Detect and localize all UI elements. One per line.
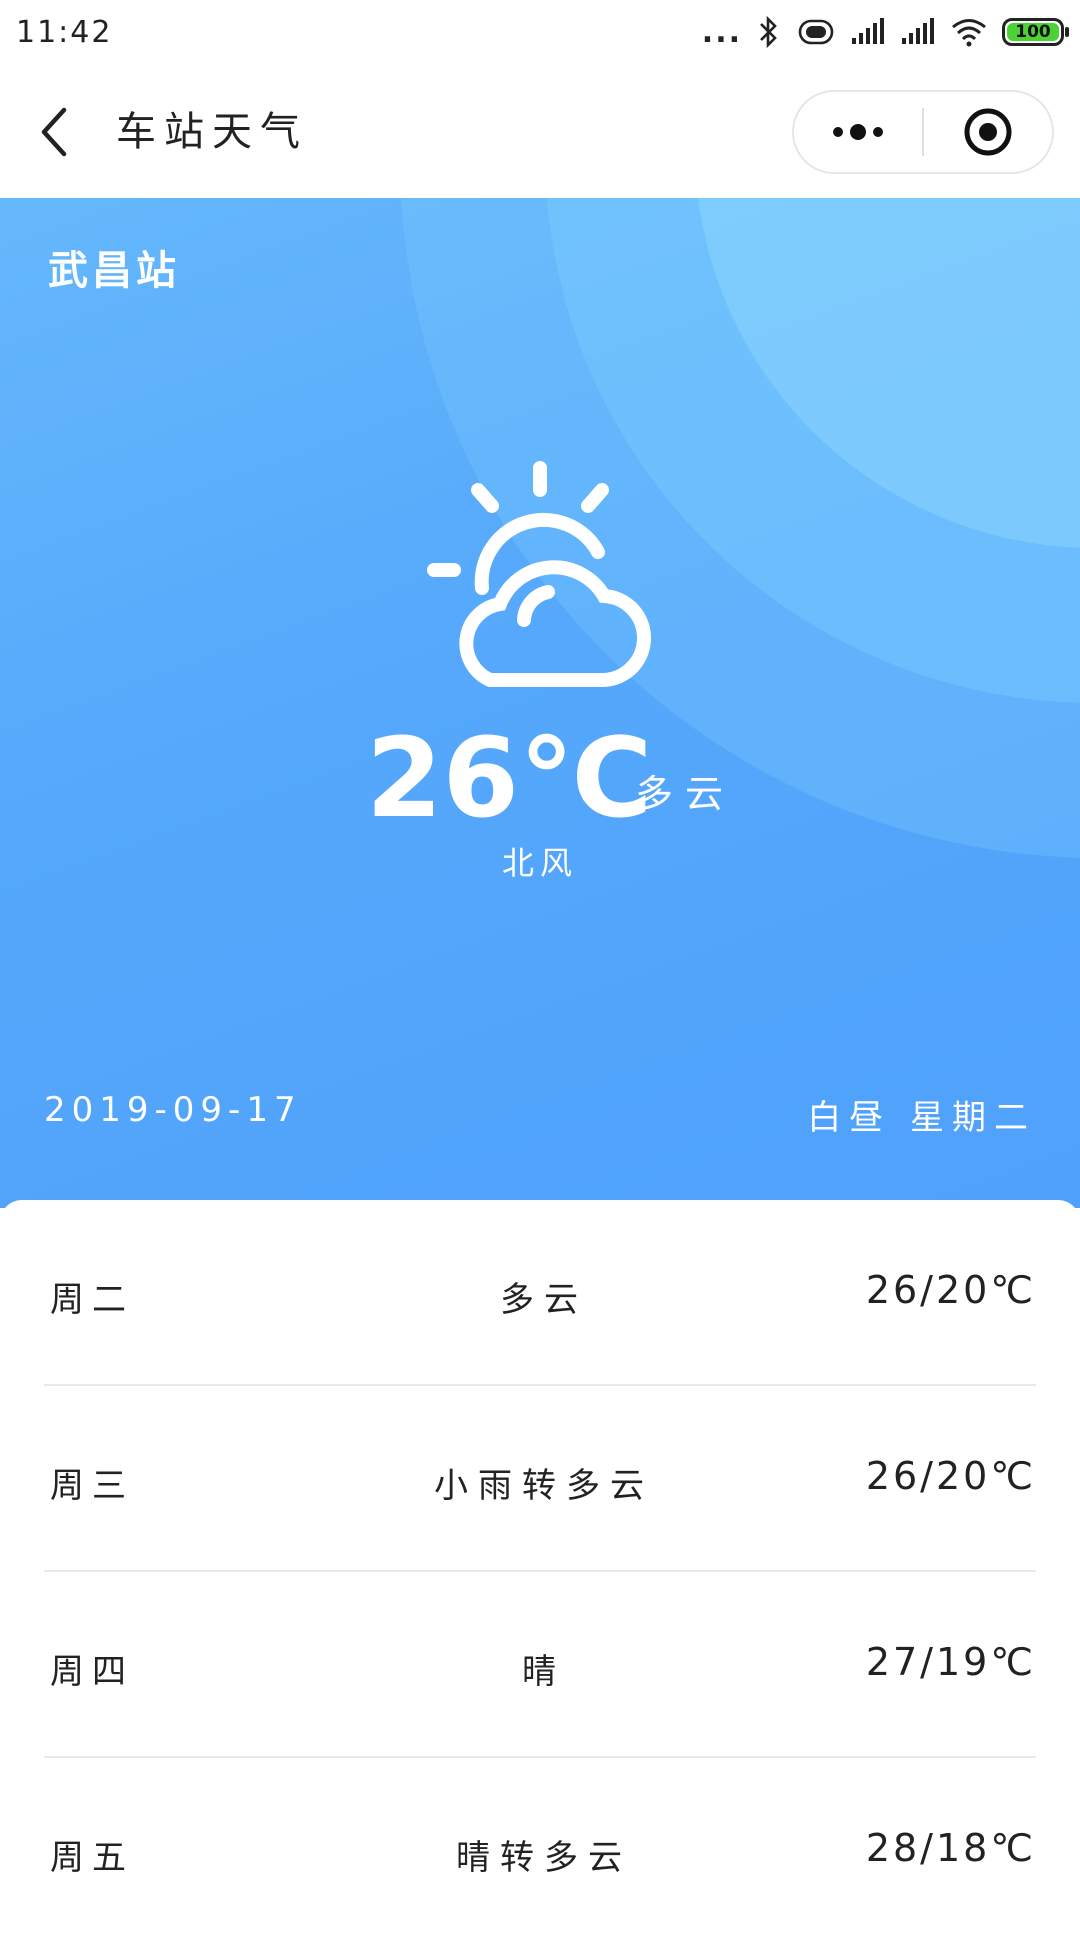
current-temperature: 26℃ xyxy=(366,714,653,842)
close-target-icon xyxy=(964,108,1012,156)
wind-direction: 北风 xyxy=(501,844,578,882)
more-button[interactable] xyxy=(794,92,922,172)
current-weather-card: 武昌站 26℃ 多云 北风 2019-09-17 白昼 星期二 xyxy=(0,198,1080,1208)
partly-cloudy-icon xyxy=(427,461,652,688)
back-arrow-icon[interactable] xyxy=(30,104,80,160)
status-icons: ... 100 xyxy=(701,14,1069,50)
forecast-row: 周四 晴 27/19℃ xyxy=(44,1572,1036,1758)
more-dots-icon: ... xyxy=(701,14,742,50)
forecast-row: 周二 多云 26/20℃ xyxy=(44,1200,1036,1386)
status-bar: 11:42 ... 100 xyxy=(0,0,1080,64)
nav-bar: 车站天气 xyxy=(0,64,1080,198)
current-date: 2019-09-17 xyxy=(44,1090,302,1130)
current-condition: 多云 xyxy=(635,772,736,816)
more-icon xyxy=(833,124,883,140)
page-title: 车站天气 xyxy=(116,109,308,155)
cellular-signal-icon xyxy=(852,18,884,44)
forecast-list: 周二 多云 26/20℃ 周三 小雨转多云 26/20℃ 周四 晴 27/19℃… xyxy=(0,1200,1080,1940)
battery-level: 100 xyxy=(1007,23,1059,41)
battery-icon: 100 xyxy=(1002,18,1069,46)
cellular-signal-2-icon xyxy=(902,18,934,44)
wifi-icon xyxy=(952,19,986,47)
vibrate-icon xyxy=(798,19,834,45)
status-time: 11:42 xyxy=(16,14,113,50)
forecast-row: 周五 晴转多云 28/18℃ xyxy=(44,1758,1036,1944)
forecast-temp-range: 27/19℃ xyxy=(865,1640,1036,1684)
day-period: 白昼 星期二 xyxy=(807,1098,1036,1138)
close-button[interactable] xyxy=(924,92,1052,172)
forecast-temp-range: 26/20℃ xyxy=(865,1454,1036,1498)
forecast-temp-range: 28/18℃ xyxy=(865,1826,1036,1870)
mini-program-capsule xyxy=(792,90,1054,174)
forecast-row: 周三 小雨转多云 26/20℃ xyxy=(44,1386,1036,1572)
forecast-temp-range: 26/20℃ xyxy=(865,1268,1036,1312)
station-name: 武昌站 xyxy=(48,248,180,294)
bluetooth-icon xyxy=(760,15,777,49)
